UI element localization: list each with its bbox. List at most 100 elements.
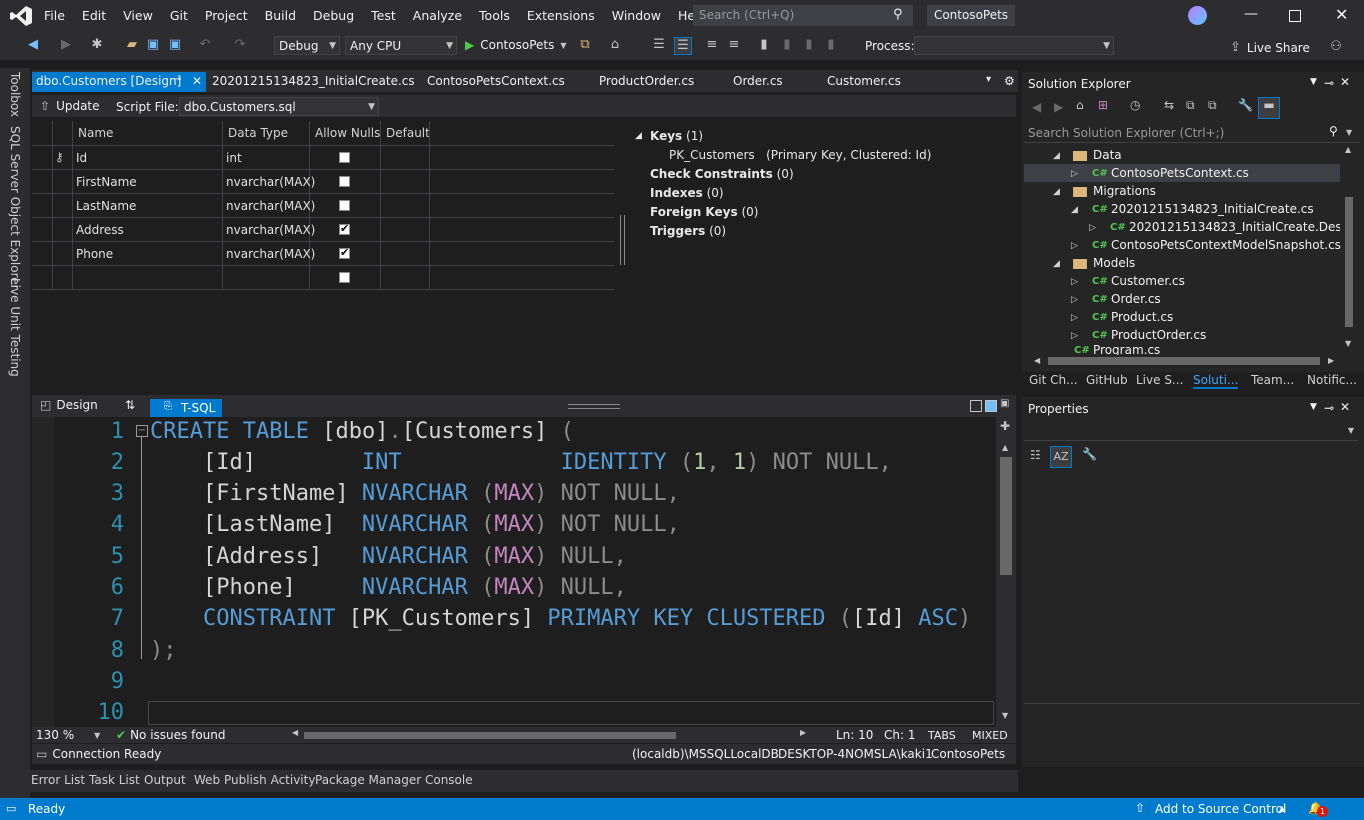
table-cell-type[interactable]: nvarchar(MAX) [226, 175, 315, 189]
prev-bookmark-icon[interactable]: ▮ [779, 37, 795, 53]
live-unit-testing-tab[interactable]: Live Unit Testing [8, 278, 22, 377]
table-cell-type[interactable]: nvarchar(MAX) [226, 247, 315, 261]
tree-item-product[interactable]: Product.cs [1111, 310, 1173, 324]
expand-arrow-icon[interactable]: ◢ [1053, 259, 1060, 269]
tree-item-data[interactable]: Data [1093, 148, 1122, 162]
gear-icon[interactable]: ⚙ [1004, 74, 1015, 88]
minimize-button[interactable]: — [1244, 6, 1258, 22]
editor-vertical-scrollbar[interactable]: ✚ ▲ ▼ [996, 417, 1016, 727]
allow-nulls-checkbox[interactable] [339, 222, 350, 235]
check-constraints-node[interactable]: Check Constraints (0) [650, 167, 794, 181]
scroll-thumb[interactable] [1048, 357, 1320, 365]
scroll-down-icon[interactable]: ▼ [1345, 339, 1351, 348]
sql-server-object-explorer-tab[interactable]: SQL Server Object Explorer [8, 126, 22, 290]
menu-debug[interactable]: Debug [313, 8, 354, 23]
tab-github[interactable]: GitHub [1086, 373, 1128, 387]
redo-icon[interactable]: ↷ [232, 37, 248, 53]
splitter-grip[interactable] [568, 404, 620, 409]
scroll-thumb[interactable] [304, 732, 676, 739]
column-header-name[interactable]: Name [78, 121, 113, 145]
tree-item-contoso-pets-context[interactable]: ContosoPetsContext.cs [1111, 166, 1249, 180]
browser-link-icon[interactable]: ⧉ [577, 37, 593, 53]
chevron-down-icon[interactable]: ▼ [1346, 128, 1352, 137]
account-avatar[interactable] [1188, 6, 1207, 25]
collapse-pane-icon[interactable]: ▣ [1000, 398, 1009, 409]
allow-nulls-checkbox[interactable] [339, 176, 350, 187]
table-cell-type[interactable]: nvarchar(MAX) [226, 223, 315, 237]
save-all-icon[interactable]: ▣ [167, 37, 183, 53]
tab-error-list[interactable]: Error List [31, 773, 85, 787]
code-line[interactable]: ); [150, 638, 177, 663]
maximize-button[interactable] [1289, 10, 1301, 22]
table-row[interactable]: LastName [76, 199, 136, 213]
solution-search-input[interactable]: Search Solution Explorer (Ctrl+;) [1024, 123, 1360, 143]
bookmark-icon[interactable]: ▮ [756, 37, 772, 53]
update-button[interactable]: ⇧ Update [40, 99, 100, 113]
tab-customer[interactable]: Customer.cs [827, 74, 901, 88]
feedback-icon[interactable]: ⚇ [1328, 39, 1344, 55]
tab-notifications[interactable]: Notific... [1307, 373, 1357, 387]
categorized-icon[interactable]: ☷ [1030, 448, 1041, 462]
uncomment-icon[interactable]: ≡ [726, 37, 742, 53]
outdent-icon[interactable]: ☰ [674, 37, 692, 55]
table-row[interactable]: Phone [76, 247, 113, 261]
menu-edit[interactable]: Edit [82, 8, 106, 23]
collapse-arrow-icon[interactable]: ▷ [1071, 169, 1078, 179]
tree-item-model-snapshot[interactable]: ContosoPetsContextModelSnapshot.cs [1111, 238, 1341, 252]
allow-nulls-checkbox[interactable] [339, 200, 350, 211]
close-icon[interactable]: ✕ [1340, 400, 1350, 414]
menu-tools[interactable]: Tools [479, 8, 510, 23]
toolbox-tab[interactable]: Toolbox [8, 72, 22, 117]
column-header-allow-nulls[interactable]: Allow Nulls [315, 121, 380, 145]
collapse-all-icon[interactable]: ⧉ [1186, 98, 1195, 113]
collapse-arrow-icon[interactable]: ▷ [1071, 295, 1078, 305]
menu-extensions[interactable]: Extensions [527, 8, 595, 23]
collapse-arrow-icon[interactable]: ▷ [1089, 223, 1096, 233]
keys-node[interactable]: Keys (1) [650, 129, 703, 143]
allow-nulls-checkbox[interactable] [339, 246, 350, 259]
table-cell-type[interactable]: nvarchar(MAX) [226, 199, 315, 213]
code-line[interactable]: CONSTRAINT [PK_Customers] PRIMARY KEY CL… [150, 606, 971, 631]
tab-product-order[interactable]: ProductOrder.cs [599, 74, 694, 88]
collapse-arrow-icon[interactable]: ▷ [1071, 277, 1078, 287]
indexes-node[interactable]: Indexes (0) [650, 186, 724, 200]
table-row[interactable]: Address [76, 223, 124, 237]
dropdown-icon[interactable]: ▼ [1310, 77, 1317, 87]
properties-icon[interactable]: 🔧 [1238, 98, 1253, 112]
layout-icon[interactable]: ⌂ [607, 37, 623, 53]
collapse-arrow-icon[interactable]: ▷ [1071, 331, 1078, 341]
live-share-button[interactable]: ⇪ Live Share [1230, 40, 1310, 55]
tree-item-migrations[interactable]: Migrations [1093, 184, 1156, 198]
add-icon[interactable]: ✚ [1000, 419, 1010, 433]
tab-design[interactable]: ◰ Design [40, 398, 98, 412]
code-line[interactable]: [FirstName] NVARCHAR (MAX) NOT NULL, [150, 481, 680, 506]
menu-analyze[interactable]: Analyze [413, 8, 462, 23]
tab-order[interactable]: Order.cs [733, 74, 783, 88]
menu-build[interactable]: Build [265, 8, 296, 23]
next-bookmark-icon[interactable]: ▮ [801, 37, 817, 53]
tab-task-list[interactable]: Task List [89, 773, 140, 787]
tree-item-order[interactable]: Order.cs [1111, 292, 1161, 306]
close-button[interactable]: ✕ [1335, 5, 1348, 24]
splitter-handle[interactable] [620, 215, 625, 265]
tab-web-publish-activity[interactable]: Web Publish Activity [194, 773, 315, 787]
scroll-right-icon[interactable]: ▶ [800, 728, 806, 737]
history-icon[interactable]: ◷ [1130, 98, 1140, 112]
expand-arrow-icon[interactable]: ◢ [1053, 187, 1060, 197]
tab-output[interactable]: Output [144, 773, 186, 787]
tab-package-manager-console[interactable]: Package Manager Console [315, 773, 473, 787]
code-line[interactable]: CREATE TABLE [dbo].[Customers] ( [150, 419, 574, 444]
sync-icon[interactable]: ⇆ [1164, 98, 1174, 112]
table-row[interactable]: Id [76, 151, 87, 165]
collapse-arrow-icon[interactable]: ▷ [1071, 313, 1078, 323]
scroll-up-icon[interactable]: ▲ [1345, 145, 1351, 154]
scroll-right-icon[interactable]: ▶ [1328, 356, 1334, 365]
tree-item-customer[interactable]: Customer.cs [1111, 274, 1185, 288]
undo-icon[interactable]: ↶ [197, 37, 213, 53]
expand-arrow-icon[interactable]: ◢ [1053, 151, 1060, 161]
indent-icon[interactable]: ☰ [651, 37, 667, 53]
allow-nulls-checkbox[interactable] [339, 152, 350, 163]
object-selector-dropdown[interactable]: ▼ [1024, 422, 1358, 441]
code-line[interactable]: [Id] INT IDENTITY (1, 1) NOT NULL, [150, 450, 892, 475]
allow-nulls-checkbox[interactable] [339, 272, 350, 283]
